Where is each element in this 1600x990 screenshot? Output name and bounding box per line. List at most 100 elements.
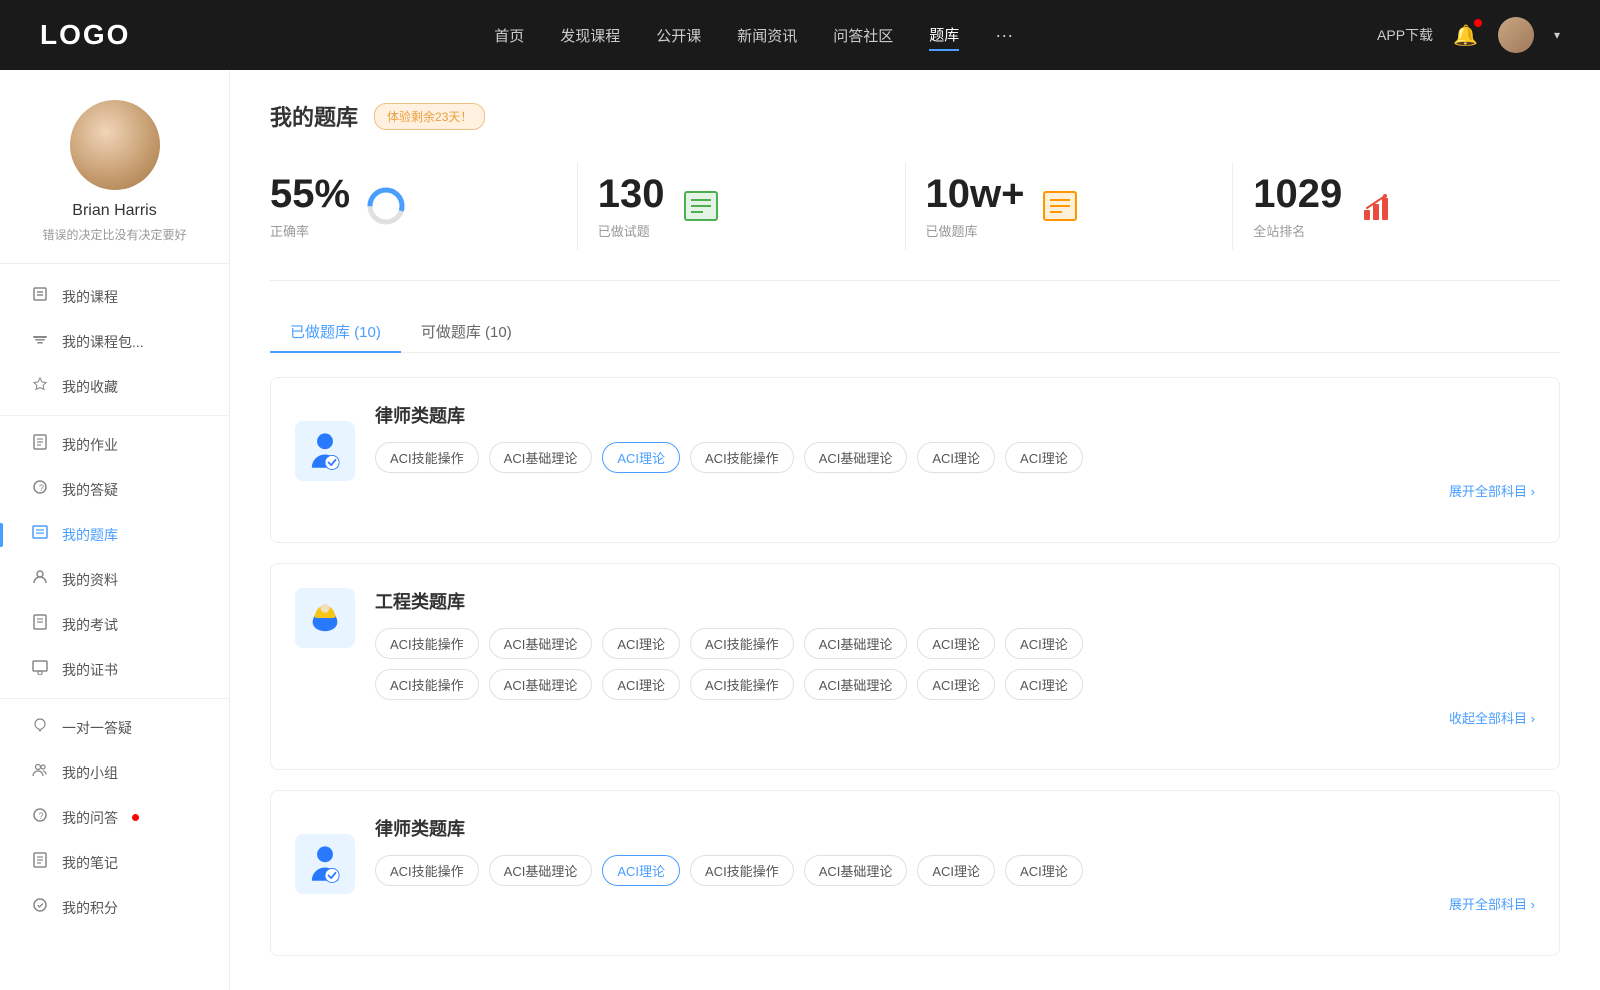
sidebar-item-my-courses[interactable]: 我的课程: [0, 274, 229, 319]
nav-qa[interactable]: 问答社区: [833, 21, 893, 50]
header: LOGO 首页 发现课程 公开课 新闻资讯 问答社区 题库 ··· APP下载 …: [0, 0, 1600, 70]
tag-aci-theory-2[interactable]: ACI理论: [1005, 442, 1083, 473]
avatar-dropdown-icon[interactable]: ▾: [1554, 28, 1560, 42]
stat-ranking: 1029 全站排名: [1233, 162, 1560, 250]
tag-aci-basic-theory-1[interactable]: ACI基础理论: [489, 442, 593, 473]
collapse-engineer[interactable]: 收起全部科目 ›: [375, 708, 1535, 727]
divider2: [0, 698, 229, 699]
lawyer-icon2: [295, 834, 355, 894]
lawyer2-tag-6[interactable]: ACI理论: [917, 855, 995, 886]
nav-home[interactable]: 首页: [494, 21, 524, 50]
ranking-label: 全站排名: [1253, 221, 1342, 240]
done-banks-value: 10w+: [926, 172, 1025, 217]
sidebar-item-favorites[interactable]: 我的收藏: [0, 364, 229, 409]
tab-available-banks[interactable]: 可做题库 (10): [401, 311, 532, 352]
eng-tag-14[interactable]: ACI理论: [1005, 669, 1083, 700]
sidebar-item-group[interactable]: 我的小组: [0, 750, 229, 795]
eng-tag-4[interactable]: ACI技能操作: [690, 628, 794, 659]
course-package-icon: [30, 331, 50, 352]
nav-more[interactable]: ···: [995, 21, 1013, 50]
eng-tag-1[interactable]: ACI技能操作: [375, 628, 479, 659]
sidebar-item-questions[interactable]: ? 我的问答: [0, 795, 229, 840]
tab-done-banks[interactable]: 已做题库 (10): [270, 311, 401, 352]
eng-tag-8[interactable]: ACI技能操作: [375, 669, 479, 700]
tag-aci-tech-ops-1[interactable]: ACI技能操作: [375, 442, 479, 473]
qb-section-lawyer2: 律师类题库 ACI技能操作 ACI基础理论 ACI理论 ACI技能操作 ACI基…: [270, 790, 1560, 956]
notes-icon: [30, 852, 50, 873]
sidebar-item-points[interactable]: 我的积分: [0, 885, 229, 930]
qb-section-header-lawyer2: 律师类题库 ACI技能操作 ACI基础理论 ACI理论 ACI技能操作 ACI基…: [295, 815, 1535, 913]
eng-tag-12[interactable]: ACI基础理论: [804, 669, 908, 700]
eng-tag-6[interactable]: ACI理论: [917, 628, 995, 659]
tag-aci-theory-1[interactable]: ACI理论: [917, 442, 995, 473]
tabs: 已做题库 (10) 可做题库 (10): [270, 311, 1560, 353]
lawyer2-tag-7[interactable]: ACI理论: [1005, 855, 1083, 886]
expand-lawyer2[interactable]: 展开全部科目 ›: [375, 894, 1535, 913]
accuracy-label: 正确率: [270, 221, 350, 240]
eng-tag-7[interactable]: ACI理论: [1005, 628, 1083, 659]
certificate-label: 我的证书: [62, 660, 118, 680]
questions-icon: ?: [30, 807, 50, 828]
accuracy-value: 55%: [270, 172, 350, 217]
notes-label: 我的笔记: [62, 853, 118, 873]
eng-tag-11[interactable]: ACI技能操作: [690, 669, 794, 700]
eng-tag-2[interactable]: ACI基础理论: [489, 628, 593, 659]
group-label: 我的小组: [62, 763, 118, 783]
my-profile-label: 我的资料: [62, 570, 118, 590]
lawyer2-tag-4[interactable]: ACI技能操作: [690, 855, 794, 886]
lawyer2-tag-5[interactable]: ACI基础理论: [804, 855, 908, 886]
question-bank-icon: [30, 524, 50, 545]
done-banks-label: 已做题库: [926, 221, 1025, 240]
nav-discover[interactable]: 发现课程: [560, 21, 620, 50]
sidebar-item-notes[interactable]: 我的笔记: [0, 840, 229, 885]
expand-lawyer1[interactable]: 展开全部科目 ›: [375, 481, 1535, 500]
engineer-icon: [295, 588, 355, 648]
qb-section-engineer: 工程类题库 ACI技能操作 ACI基础理论 ACI理论 ACI技能操作 ACI基…: [270, 563, 1560, 770]
logo[interactable]: LOGO: [40, 19, 130, 51]
lawyer2-tag-selected[interactable]: ACI理论: [602, 855, 680, 886]
nav-open-course[interactable]: 公开课: [656, 21, 701, 50]
sidebar-item-certificate[interactable]: 我的证书: [0, 647, 229, 692]
lawyer-icon1: [295, 421, 355, 481]
notification-bell[interactable]: 🔔: [1453, 23, 1478, 48]
profile-avatar[interactable]: [70, 100, 160, 190]
sidebar-item-tutoring[interactable]: 一对一答疑: [0, 705, 229, 750]
sidebar-menu: 我的课程 我的课程包... 我的收藏 我的作业: [0, 264, 229, 940]
sidebar-item-exam[interactable]: 我的考试: [0, 602, 229, 647]
my-courses-icon: [30, 286, 50, 307]
sidebar-item-course-package[interactable]: 我的课程包...: [0, 319, 229, 364]
done-banks-icon: [1040, 186, 1080, 226]
lawyer2-tag-2[interactable]: ACI基础理论: [489, 855, 593, 886]
tag-aci-theory-selected-1[interactable]: ACI理论: [602, 442, 680, 473]
sidebar-item-question-bank[interactable]: 我的题库: [0, 512, 229, 557]
qb-section-header-engineer: 工程类题库 ACI技能操作 ACI基础理论 ACI理论 ACI技能操作 ACI基…: [295, 588, 1535, 727]
eng-tag-9[interactable]: ACI基础理论: [489, 669, 593, 700]
stat-done-banks: 10w+ 已做题库: [906, 162, 1234, 250]
divider1: [0, 415, 229, 416]
eng-tag-13[interactable]: ACI理论: [917, 669, 995, 700]
nav-question-bank[interactable]: 题库: [929, 20, 959, 51]
app-download-btn[interactable]: APP下载: [1377, 25, 1433, 45]
ranking-icon: [1358, 186, 1398, 226]
eng-tag-5[interactable]: ACI基础理论: [804, 628, 908, 659]
lawyer2-tag-1[interactable]: ACI技能操作: [375, 855, 479, 886]
eng-tag-3[interactable]: ACI理论: [602, 628, 680, 659]
trial-badge: 体验剩余23天！: [374, 103, 485, 130]
exam-label: 我的考试: [62, 615, 118, 635]
sidebar-item-profile[interactable]: 我的资料: [0, 557, 229, 602]
tutoring-icon: [30, 717, 50, 738]
nav-news[interactable]: 新闻资讯: [737, 21, 797, 50]
header-right: APP下载 🔔 ▾: [1377, 17, 1560, 53]
tag-aci-basic-theory-2[interactable]: ACI基础理论: [804, 442, 908, 473]
user-avatar[interactable]: [1498, 17, 1534, 53]
profile-name: Brian Harris: [72, 202, 156, 220]
tag-aci-tech-ops-2[interactable]: ACI技能操作: [690, 442, 794, 473]
favorites-icon: [30, 376, 50, 397]
sidebar-item-homework[interactable]: 我的作业: [0, 422, 229, 467]
eng-tag-10[interactable]: ACI理论: [602, 669, 680, 700]
points-label: 我的积分: [62, 898, 118, 918]
sidebar-item-qa[interactable]: ? 我的答疑: [0, 467, 229, 512]
avatar-photo: [70, 100, 160, 190]
tutoring-label: 一对一答疑: [62, 718, 132, 738]
qa-icon: ?: [30, 479, 50, 500]
